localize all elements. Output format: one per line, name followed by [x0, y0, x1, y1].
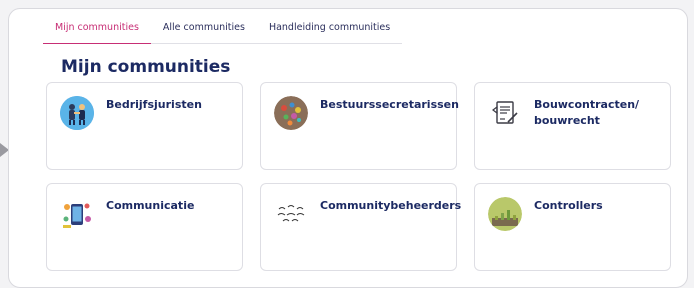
community-card-bedrijfsjuristen[interactable]: Bedrijfsjuristen: [46, 82, 243, 170]
colored-pins-icon: [274, 96, 308, 130]
community-card-bestuurssecretarissen[interactable]: Bestuurssecretarissen: [260, 82, 459, 170]
word-cloud-icon: [274, 197, 308, 231]
page-title: Mijn communities: [61, 57, 231, 77]
card-label: Communitybeheerders: [320, 199, 462, 212]
community-card-communitybeheerders[interactable]: Communitybeheerders: [260, 183, 462, 271]
tab-alle-communities[interactable]: Alle communities: [150, 22, 257, 44]
contract-document-icon: [488, 96, 522, 130]
plant-growth-icon: [488, 197, 522, 231]
card-label: Controllers: [534, 199, 603, 212]
card-label: Bedrijfsjuristen: [106, 98, 202, 111]
card-label: Bestuurssecretarissen: [320, 98, 459, 111]
tab-handleiding-communities[interactable]: Handleiding communities: [256, 22, 403, 44]
tab-mijn-communities[interactable]: Mijn communities: [43, 22, 151, 44]
tab-bar: Mijn communities Alle communities Handle…: [43, 22, 403, 44]
phone-communication-icon: [60, 197, 94, 231]
business-people-icon: [60, 96, 94, 130]
community-card-bouwcontracten[interactable]: Bouwcontracten/ bouwrecht: [474, 82, 671, 170]
communities-panel: Mijn communities Alle communities Handle…: [8, 8, 688, 288]
card-label: Communicatie: [106, 199, 195, 212]
community-card-communicatie[interactable]: Communicatie: [46, 183, 243, 271]
card-label: Bouwcontracten/ bouwrecht: [534, 98, 640, 127]
community-card-controllers[interactable]: Controllers: [474, 183, 671, 271]
